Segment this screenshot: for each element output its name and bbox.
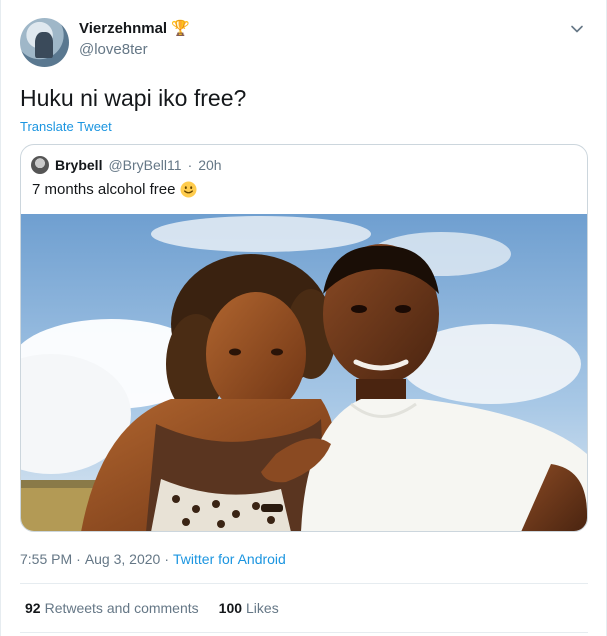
tweet-stats: 92 Retweets and comments 100 Likes <box>25 600 279 616</box>
quoted-avatar <box>31 156 49 174</box>
author-name-row: Vierzehnmal 🏆 <box>79 20 190 37</box>
likes-label: Likes <box>246 600 279 616</box>
author-display-name[interactable]: Vierzehnmal <box>79 20 167 37</box>
quoted-text-row: 7 months alcohol free <box>32 181 197 198</box>
author-handle[interactable]: @love8ter <box>79 41 148 58</box>
trophy-icon: 🏆 <box>171 20 190 37</box>
retweets-stat[interactable]: 92 Retweets and comments <box>25 600 199 616</box>
quoted-tweet[interactable]: Brybell @BryBell11 · 20h 7 months alcoho… <box>20 144 588 532</box>
meta-separator: · <box>76 551 81 567</box>
quoted-tweet-text: 7 months alcohol free <box>32 181 176 198</box>
tweet-date[interactable]: Aug 3, 2020 <box>85 551 161 567</box>
avatar[interactable] <box>20 18 69 67</box>
likes-count: 100 <box>218 600 243 616</box>
tweet-meta: 7:55 PM · Aug 3, 2020 · Twitter for Andr… <box>20 551 286 567</box>
retweets-label: Retweets and comments <box>44 600 199 616</box>
tweet-source-link[interactable]: Twitter for Android <box>173 551 286 567</box>
divider <box>20 583 588 584</box>
tweet-time[interactable]: 7:55 PM <box>20 551 72 567</box>
quoted-tweet-header: Brybell @BryBell11 · 20h <box>31 156 222 174</box>
couple-selfie-photo[interactable] <box>21 214 587 531</box>
likes-stat[interactable]: 100 Likes <box>219 600 279 616</box>
smiley-icon <box>180 181 197 198</box>
translate-tweet-link[interactable]: Translate Tweet <box>20 119 112 134</box>
tweet-text: Huku ni wapi iko free? <box>20 85 247 111</box>
divider <box>20 632 588 633</box>
quoted-separator: · <box>187 157 193 173</box>
quoted-age: 20h <box>198 157 222 173</box>
chevron-down-icon[interactable] <box>570 22 584 36</box>
meta-separator: · <box>164 551 169 567</box>
quoted-handle: @BryBell11 <box>108 157 182 173</box>
tweet-card: Vierzehnmal 🏆 @love8ter Huku ni wapi iko… <box>0 0 607 636</box>
retweets-count: 92 <box>25 600 41 616</box>
quoted-display-name: Brybell <box>55 157 103 173</box>
